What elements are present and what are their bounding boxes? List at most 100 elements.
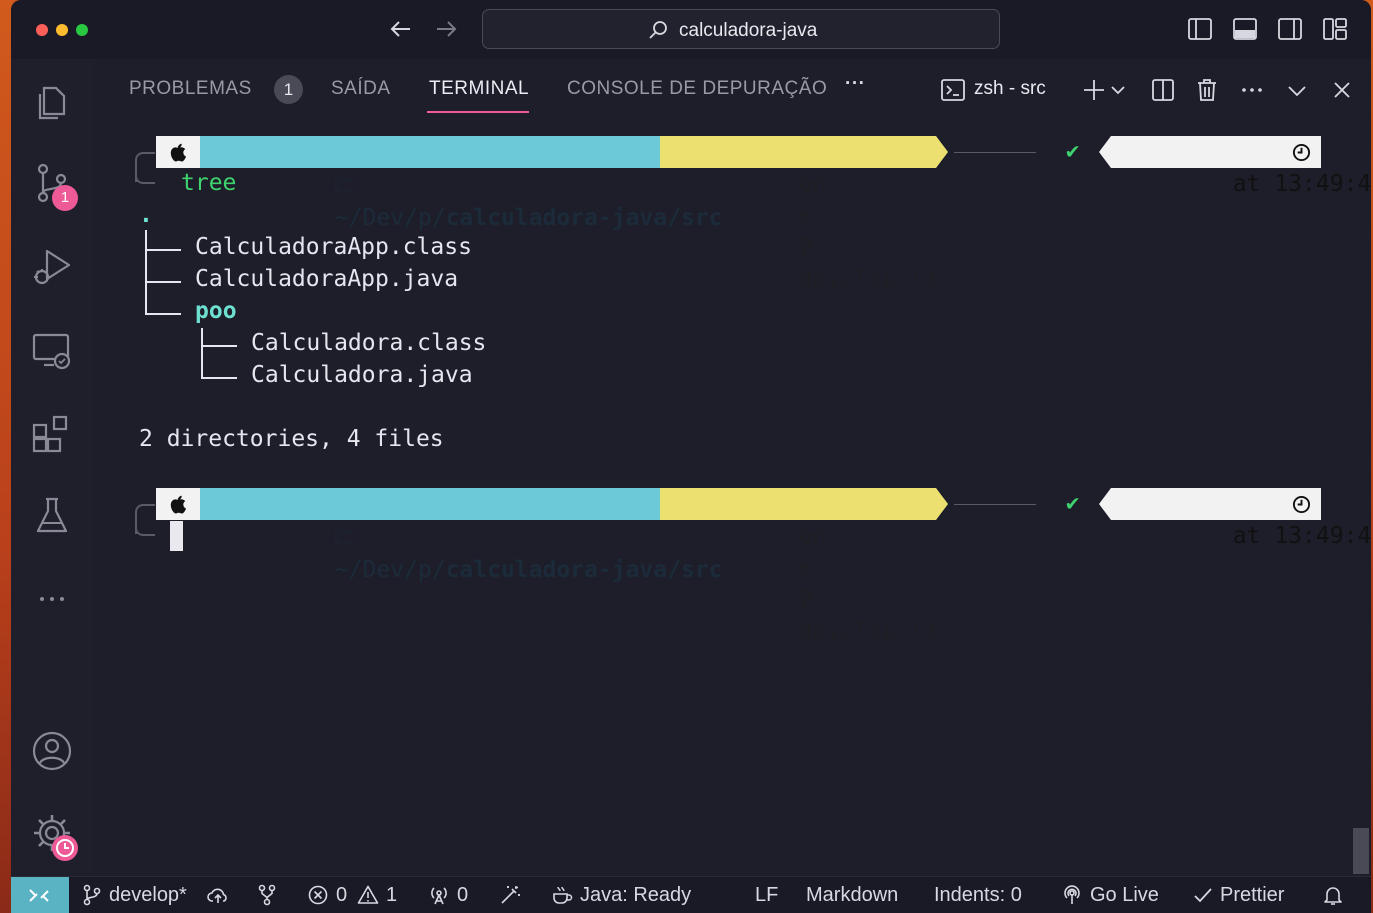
- vscode-window: calculadora-java 1 PROBLEMAS 1 SAÍDA TER…: [11, 0, 1371, 913]
- toggle-primary-sidebar-icon[interactable]: [1186, 15, 1214, 43]
- remote-explorer-icon[interactable]: [30, 329, 74, 373]
- arrow-left-icon[interactable]: [386, 14, 416, 44]
- tree-branch-line: [145, 313, 181, 315]
- ports-count[interactable]: 0: [457, 884, 468, 907]
- git-segment: on git develop !1: [660, 488, 937, 645]
- arrow-right-icon[interactable]: [431, 14, 461, 44]
- git-branch-name: develop !1: [798, 619, 938, 645]
- tree-branch-line: [201, 345, 237, 347]
- path-prefix: ~/Dev/p/: [334, 557, 446, 583]
- apple-segment: [156, 488, 200, 520]
- customize-layout-icon[interactable]: [1321, 15, 1349, 43]
- tree-entry: CalculadoraApp.java: [195, 266, 459, 292]
- split-icon[interactable]: [1149, 76, 1177, 104]
- prompt-connector: [954, 504, 1036, 505]
- tree-branch-line: [201, 328, 203, 378]
- time-segment: at 13:49:44: [1111, 488, 1371, 549]
- terminal-output[interactable]: 🗁 ~/Dev/p/calculadora-java/src on git de…: [93, 120, 1371, 860]
- status-check-icon: ✔: [1066, 139, 1080, 164]
- prompt-connector: [954, 152, 1036, 153]
- eol-status[interactable]: LF: [755, 884, 778, 907]
- segment-arrow: [1099, 488, 1111, 520]
- prompt-frame: [135, 520, 155, 536]
- testing-icon[interactable]: [30, 493, 74, 537]
- status-check-icon: ✔: [1066, 491, 1080, 516]
- warning-count[interactable]: 1: [386, 884, 397, 907]
- clock-icon: [1292, 143, 1311, 162]
- close-window-button[interactable]: [36, 24, 48, 36]
- git-branch-icon: [799, 236, 815, 258]
- tree-branch-line: [145, 230, 147, 314]
- go-live-button[interactable]: Go Live: [1090, 884, 1159, 907]
- cloud-sync-icon[interactable]: [207, 884, 229, 906]
- more-icon[interactable]: [30, 577, 74, 621]
- title-bar: calculadora-java: [11, 0, 1371, 59]
- language-mode[interactable]: Markdown: [806, 884, 898, 907]
- trash-icon[interactable]: [1193, 76, 1221, 104]
- maximize-panel-icon[interactable]: [1283, 76, 1311, 104]
- segment-arrow: [936, 136, 948, 168]
- java-status[interactable]: Java: Ready: [580, 884, 691, 907]
- git-branch-icon: [799, 588, 815, 610]
- maximize-window-button[interactable]: [76, 24, 88, 36]
- git-segment: on git develop !1: [660, 136, 937, 293]
- toggle-secondary-sidebar-icon[interactable]: [1276, 15, 1304, 43]
- tab-debug-console[interactable]: CONSOLE DE DEPURAÇÃO: [567, 78, 827, 100]
- path-current-dir: calculadora-java/src: [445, 205, 723, 231]
- terminal-selector[interactable]: zsh - src: [974, 78, 1046, 100]
- extensions-icon[interactable]: [30, 411, 74, 455]
- prompt-time: at 13:49:44: [1232, 523, 1371, 549]
- toggle-panel-icon[interactable]: [1231, 15, 1259, 43]
- folder-icon: 🗁: [334, 527, 358, 548]
- segment-arrow: [936, 488, 948, 520]
- tab-terminal[interactable]: TERMINAL: [429, 78, 529, 100]
- broadcast-icon: [1061, 884, 1083, 906]
- check-icon: [1192, 884, 1214, 906]
- error-count[interactable]: 0: [336, 884, 347, 907]
- path-segment: 🗁 ~/Dev/p/calculadora-java/src: [200, 136, 723, 231]
- active-tab-indicator: [427, 111, 529, 113]
- command-center-search[interactable]: calculadora-java: [482, 9, 1000, 49]
- more-tabs-button[interactable]: ···: [845, 73, 865, 95]
- terminal-icon: [939, 76, 967, 104]
- prompt-line-1: 🗁 ~/Dev/p/calculadora-java/src on git de…: [156, 136, 1371, 293]
- update-clock-icon: [52, 835, 78, 861]
- chevron-down-icon[interactable]: [1109, 76, 1127, 104]
- command-text: tree: [181, 170, 237, 196]
- tree-root: .: [139, 202, 153, 228]
- run-debug-icon[interactable]: [30, 245, 74, 289]
- error-icon: [307, 884, 329, 906]
- terminal-scrollbar[interactable]: [1353, 828, 1369, 874]
- problems-count-badge: 1: [274, 75, 303, 104]
- clock-icon: [1292, 495, 1311, 514]
- git-graph-icon[interactable]: [256, 884, 278, 906]
- status-bar: develop* 0 1 0 Java: Ready LF Markdown I…: [11, 876, 1371, 913]
- tab-problems[interactable]: PROBLEMAS: [129, 78, 252, 100]
- tree-entry: Calculadora.java: [251, 362, 473, 388]
- indentation-status[interactable]: Indents: 0: [934, 884, 1022, 907]
- search-icon: [649, 21, 667, 39]
- tree-entry: Calculadora.class: [251, 330, 487, 356]
- segment-arrow: [1099, 136, 1111, 168]
- accounts-icon[interactable]: [30, 729, 74, 773]
- coffee-icon: [551, 884, 573, 906]
- plus-icon[interactable]: [1080, 76, 1108, 104]
- close-icon[interactable]: [1328, 76, 1356, 104]
- files-icon[interactable]: [30, 78, 74, 122]
- branch-status[interactable]: develop*: [109, 884, 187, 907]
- git-branch-name: develop !1: [798, 267, 938, 293]
- tree-branch-line: [201, 377, 237, 379]
- git-label: git: [798, 208, 825, 224]
- git-label: git: [798, 560, 825, 576]
- minimize-window-button[interactable]: [56, 24, 68, 36]
- more-actions-icon[interactable]: [1238, 76, 1266, 104]
- prettier-status[interactable]: Prettier: [1220, 884, 1284, 907]
- apple-segment: [156, 136, 200, 168]
- remote-indicator[interactable]: [11, 877, 69, 913]
- tree-summary: 2 directories, 4 files: [139, 426, 444, 452]
- bell-icon[interactable]: [1322, 884, 1344, 906]
- tree-branch-line: [145, 249, 181, 251]
- magic-wand-icon[interactable]: [499, 884, 521, 906]
- tree-branch-line: [145, 281, 181, 283]
- tab-output[interactable]: SAÍDA: [331, 78, 391, 100]
